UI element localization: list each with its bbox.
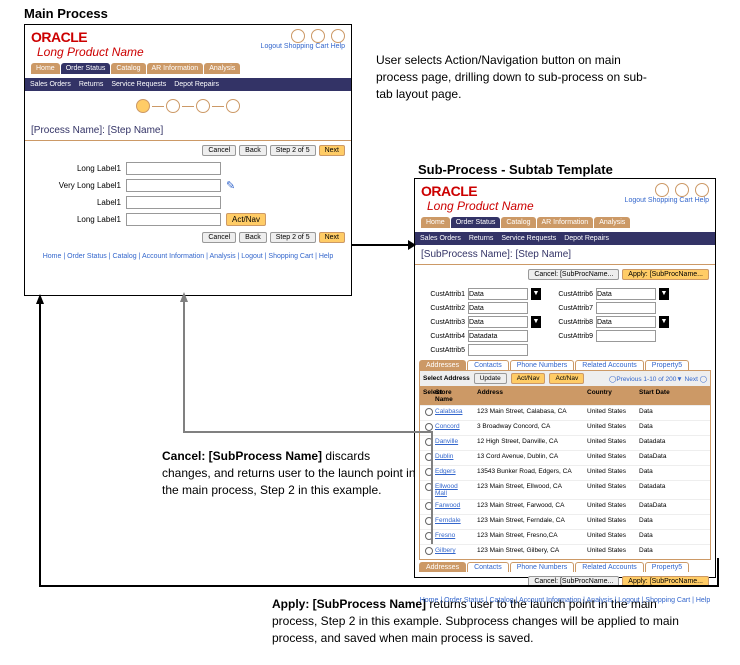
page-title: [Process Name]: [Step Name]: [25, 121, 351, 141]
footer-nav[interactable]: Home | Order Status | Catalog | Account …: [25, 247, 351, 266]
form-label: Long Label1: [31, 164, 121, 173]
tab-catalog[interactable]: Catalog: [501, 217, 535, 228]
form-input[interactable]: [126, 179, 221, 192]
step-2-of-5-button[interactable]: Step 2 of 5: [270, 232, 316, 243]
cancel-button[interactable]: Cancel: [SubProcName...: [528, 269, 619, 280]
form-label: Very Long Label1: [31, 181, 121, 190]
cancel-button[interactable]: Cancel: [202, 145, 236, 156]
act-nav-button[interactable]: Act/Nav: [226, 213, 266, 226]
subnav-sales-orders[interactable]: Sales Orders: [30, 81, 71, 88]
step-2-of-5-button[interactable]: Step 2 of 5: [270, 145, 316, 156]
help-icon[interactable]: [695, 183, 709, 197]
cart-icon[interactable]: [675, 183, 689, 197]
subnav-service-requests[interactable]: Service Requests: [111, 81, 166, 88]
form-input[interactable]: [126, 213, 221, 226]
subnav-sales-orders[interactable]: Sales Orders: [420, 235, 461, 242]
form-input[interactable]: [126, 196, 221, 209]
subnav-depot-repairs[interactable]: Depot Repairs: [564, 235, 609, 242]
utility-icons: [261, 29, 345, 43]
arrow-act-nav: [352, 240, 416, 250]
tab-order-status[interactable]: Order Status: [451, 217, 501, 228]
back-button[interactable]: Back: [239, 232, 267, 243]
product-name: Long Product Name: [37, 45, 144, 59]
subnav-returns[interactable]: Returns: [469, 235, 494, 242]
train-step-2: [166, 99, 180, 113]
subnav-depot-repairs[interactable]: Depot Repairs: [174, 81, 219, 88]
subnav-service-requests[interactable]: Service Requests: [501, 235, 556, 242]
section-heading-main: Main Process: [24, 6, 108, 21]
tab-catalog[interactable]: Catalog: [111, 63, 145, 74]
tab-analysis[interactable]: Analysis: [594, 217, 630, 228]
page-title: [SubProcess Name]: [Step Name]: [415, 245, 715, 265]
cancel-button[interactable]: Cancel: [202, 232, 236, 243]
process-train: [25, 91, 351, 121]
next-button[interactable]: Next: [319, 232, 345, 243]
edit-icon[interactable]: ✎: [226, 179, 235, 192]
logout-icon[interactable]: [291, 29, 305, 43]
train-step-1: [136, 99, 150, 113]
apply-button[interactable]: Apply: [SubProcName...: [622, 269, 709, 280]
train-step-4: [226, 99, 240, 113]
tab-ar-information[interactable]: AR Information: [537, 217, 594, 228]
tab-order-status[interactable]: Order Status: [61, 63, 111, 74]
form-label: Long Label1: [31, 215, 121, 224]
button-row-top: CancelBackStep 2 of 5Next: [25, 141, 351, 160]
next-button[interactable]: Next: [319, 145, 345, 156]
oracle-logo: ORACLE: [421, 183, 534, 199]
sub-nav-bar: Sales Orders Returns Service Requests Depot…: [25, 78, 351, 91]
back-button[interactable]: Back: [239, 145, 267, 156]
help-icon[interactable]: [331, 29, 345, 43]
cart-icon[interactable]: [311, 29, 325, 43]
button-row-bottom: CancelBackStep 2 of 5Next: [25, 228, 351, 247]
top-tabs: HomeOrder StatusCatalogAR InformationAna…: [31, 63, 345, 74]
main-process-panel: ORACLE Long Product Name Logout Shopping…: [24, 24, 352, 296]
arrow-apply: [36, 294, 726, 592]
button-row-top: Cancel: [SubProcName... Apply: [SubProcN…: [415, 265, 715, 284]
form-input[interactable]: [126, 162, 221, 175]
oracle-logo: ORACLE: [31, 29, 144, 45]
utility-icons: [625, 183, 709, 197]
tab-home[interactable]: Home: [421, 217, 450, 228]
logout-icon[interactable]: [655, 183, 669, 197]
footer-nav[interactable]: Home | Order Status | Catalog | Account …: [415, 591, 715, 610]
top-tabs: HomeOrder StatusCatalogAR InformationAna…: [421, 217, 709, 228]
product-name: Long Product Name: [427, 199, 534, 213]
utility-links[interactable]: Logout Shopping Cart Help: [261, 43, 345, 50]
subnav-returns[interactable]: Returns: [79, 81, 104, 88]
tab-ar-information[interactable]: AR Information: [147, 63, 204, 74]
section-heading-sub: Sub-Process - Subtab Template: [418, 162, 613, 177]
sub-nav-bar: Sales Orders Returns Service Requests Depot…: [415, 232, 715, 245]
utility-links[interactable]: Logout Shopping Cart Help: [625, 197, 709, 204]
form-region: Long Label1 Very Long Label1 ✎ Label1 Long L…: [25, 160, 351, 228]
form-label: Label1: [31, 198, 121, 207]
annotation-drill-down: User selects Action/Navigation button on…: [376, 52, 656, 102]
train-step-3: [196, 99, 210, 113]
tab-home[interactable]: Home: [31, 63, 60, 74]
tab-analysis[interactable]: Analysis: [204, 63, 240, 74]
